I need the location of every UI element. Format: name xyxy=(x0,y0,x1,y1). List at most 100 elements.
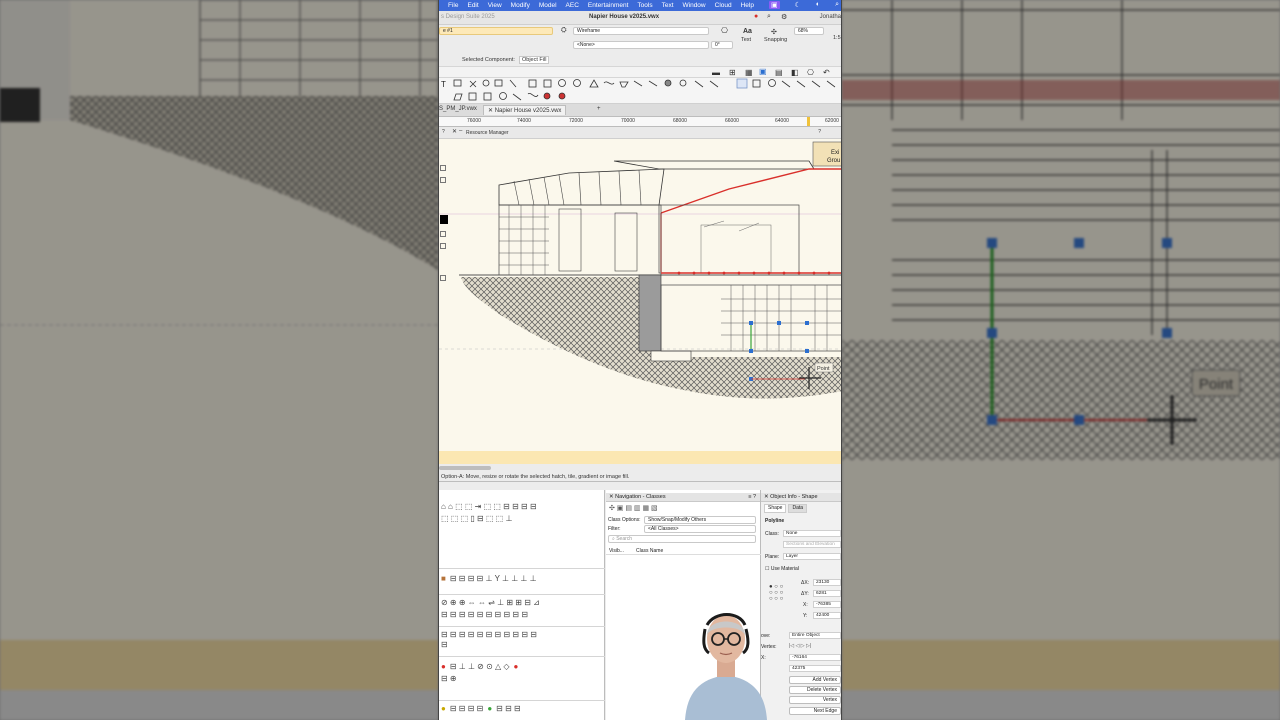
new-tab-button[interactable]: + xyxy=(597,106,601,112)
help-icon[interactable]: ? xyxy=(818,129,821,135)
user-account[interactable]: Jonatha xyxy=(820,14,841,20)
moon-icon[interactable]: ☾ xyxy=(795,1,801,9)
help-icon[interactable]: ? xyxy=(442,129,445,135)
existing-ground-tag-line2: Grou xyxy=(827,158,840,164)
text-label: Text xyxy=(741,37,752,43)
render-mode-select[interactable]: Wireframe xyxy=(573,27,709,35)
text-icon[interactable]: Aa xyxy=(743,28,752,35)
divider xyxy=(439,568,605,569)
menu-edit[interactable]: Edit xyxy=(467,2,478,9)
tool-row[interactable]: ⊟ ⊕ xyxy=(441,674,457,684)
dy-label: ΔY: xyxy=(801,591,809,597)
attribute-icon[interactable] xyxy=(440,275,446,281)
class-options-select[interactable]: Show/Snap/Modify Others xyxy=(644,516,756,524)
layers-icon[interactable]: ⊞ xyxy=(729,68,736,77)
menu-window[interactable]: Window xyxy=(683,2,706,9)
search-field[interactable]: ⌕ Search xyxy=(608,535,756,543)
reference-point-grid[interactable]: ● ○ ○ ○ ○ ○ ○ ○ ○ xyxy=(769,584,783,602)
settings-icon[interactable]: ⚙ xyxy=(781,13,787,21)
tab-napier-house[interactable]: ✕ Napier House v2025.vwx xyxy=(483,105,567,115)
menu-cloud[interactable]: Cloud xyxy=(715,2,732,9)
vertex-y-field[interactable]: 42375 xyxy=(789,665,841,672)
x-field[interactable]: -76385 xyxy=(813,601,841,608)
tool-row[interactable]: ⊟ xyxy=(441,640,448,650)
filter-select[interactable]: <All Classes> xyxy=(644,525,756,533)
selected-component-value[interactable]: Object Fill xyxy=(519,56,550,64)
resource-manager-title: Resource Manager xyxy=(466,130,509,136)
attribute-icon[interactable] xyxy=(440,165,446,171)
next-edge-button[interactable]: Next Edge xyxy=(789,707,841,715)
attribute-icon[interactable] xyxy=(440,231,446,237)
control-center-icon[interactable]: ◐ xyxy=(816,1,820,9)
screen-record-icon[interactable]: ▣ xyxy=(768,1,780,9)
section-drawing[interactable]: Exi Grou Point xyxy=(439,139,842,451)
view-icon[interactable]: ⎔ xyxy=(721,26,728,35)
fill-color-swatch[interactable] xyxy=(440,215,448,224)
use-material-checkbox[interactable]: ☐ Use Material xyxy=(765,566,799,572)
app-name: s Design Suite 2025 xyxy=(441,14,495,20)
selected-view-icon[interactable]: ▣ xyxy=(759,67,767,76)
tool-row[interactable]: ⊟ ⊟ ⊟ ⊟ ⊟ ⊟ ⊟ ⊟ ⊟ ⊟ ⊟ xyxy=(441,630,537,640)
flyover-icon[interactable]: ⎔ xyxy=(807,68,814,77)
tool-row[interactable]: ■ ⊟ ⊟ ⊟ ⊟ ⊥ Y ⊥ ⊥ ⊥ ⊥ xyxy=(441,574,537,584)
attribute-icon[interactable] xyxy=(440,177,446,183)
menu-view[interactable]: View xyxy=(488,2,502,9)
spotlight-search-icon[interactable]: ⌕ xyxy=(835,1,839,9)
zoom-field[interactable]: 68% xyxy=(794,27,824,35)
delete-vertex-button[interactable]: Delete Vertex xyxy=(789,686,841,694)
tool-row[interactable]: ⌂ ⌂ ⬚ ⬚ ⇥ ⬚ ⬚ ⊟ ⊟ ⊟ ⊟ xyxy=(441,502,537,512)
drawing-canvas[interactable]: Exi Grou Point xyxy=(439,139,842,451)
zoom-view-icon[interactable]: ◧ xyxy=(791,68,799,77)
horizontal-scrollbar[interactable] xyxy=(439,464,841,472)
add-vertex-button[interactable]: Add Vertex xyxy=(789,676,841,684)
menu-file[interactable]: File xyxy=(448,2,458,9)
tool-row[interactable]: ● ⊟ ⊥ ⊥ ⊘ ⊙ △ ◇ ● xyxy=(441,662,518,672)
tab-shape[interactable]: Shape xyxy=(764,504,787,513)
menu-tools[interactable]: Tools xyxy=(637,2,652,9)
nav-tab-icons[interactable]: ✣ ▣ ▤ ▥ ▦ ▧ xyxy=(609,504,658,512)
dy-field[interactable]: 6281 xyxy=(813,590,841,597)
title-bar: s Design Suite 2025 Napier House v2025.v… xyxy=(439,11,841,25)
attribute-icon[interactable] xyxy=(440,243,446,249)
tool-row[interactable]: ⊟ ⊟ ⊟ ⊟ ⊟ ⊟ ⊟ ⊟ ⊟ ⊟ xyxy=(441,610,528,620)
plane-value[interactable]: Layer xyxy=(783,553,841,560)
fit-view-icon[interactable]: ▤ xyxy=(775,68,783,77)
menu-help[interactable]: Help xyxy=(741,2,754,9)
column-visibility[interactable]: Visib... xyxy=(609,548,624,554)
sheet-icon[interactable]: ▦ xyxy=(745,68,753,77)
dx-field[interactable]: 23130 xyxy=(813,579,841,586)
pan-icon[interactable]: ↶ xyxy=(823,68,830,77)
menu-aec[interactable]: AEC xyxy=(566,2,579,9)
tool-row[interactable]: ⬚ ⬚ ⬚ ▯ ⊟ ⬚ ⬚ ⊥ xyxy=(441,514,512,524)
y-field[interactable]: 42400 xyxy=(813,612,841,619)
layer-value[interactable]: Sections and Elevation xyxy=(783,541,841,548)
tool-row[interactable]: ⊘ ⊕ ⊕ ⇔ ⇔ ⇌ ⊥ ⊞ ⊞ ⊟ ⊿ xyxy=(441,598,540,608)
tool-row[interactable]: ● ⊟ ⊟ ⊟ ⊟ ● ⊟ ⊟ ⊟ xyxy=(441,704,521,714)
vertex-stepper[interactable]: |◁ ◁ ▷ ▷| xyxy=(789,643,811,649)
menu-modify[interactable]: Modify xyxy=(511,2,530,9)
menu-text[interactable]: Text xyxy=(662,2,674,9)
scale-label[interactable]: 1:5 xyxy=(833,35,841,41)
scrollbar-thumb[interactable] xyxy=(439,466,491,470)
tab-data[interactable]: Data xyxy=(788,504,808,513)
menu-icon[interactable]: ≡ ? xyxy=(748,493,756,502)
search-icon[interactable]: ⌕ xyxy=(767,13,771,21)
tab-sm-pm-jp[interactable]: S_PM_JP.vwx xyxy=(439,106,477,112)
snapping-icon[interactable]: ✣ xyxy=(771,28,777,36)
layer-selector[interactable]: e #1 xyxy=(439,27,553,35)
close-icon[interactable]: ✕ xyxy=(452,128,457,135)
notification-icon[interactable]: ● xyxy=(754,13,758,20)
vertex-x-field[interactable]: -76164 xyxy=(789,654,841,661)
move-select[interactable]: Entire Object xyxy=(789,632,841,639)
column-class-name[interactable]: Class Name xyxy=(636,548,663,554)
class-value[interactable]: None xyxy=(783,530,841,537)
menu-entertainment[interactable]: Entertainment xyxy=(588,2,628,9)
rotation-field[interactable]: 0° xyxy=(711,41,733,49)
standard-views-icon[interactable]: ▬ xyxy=(712,68,720,77)
vertex-button[interactable]: Vertex xyxy=(789,696,841,704)
class-select[interactable]: <None> xyxy=(573,41,709,49)
tool-icons[interactable]: T xyxy=(439,78,842,104)
close-icon[interactable]: ✕ xyxy=(488,108,495,114)
menu-model[interactable]: Model xyxy=(539,2,557,9)
collapse-icon[interactable]: – xyxy=(459,128,462,134)
